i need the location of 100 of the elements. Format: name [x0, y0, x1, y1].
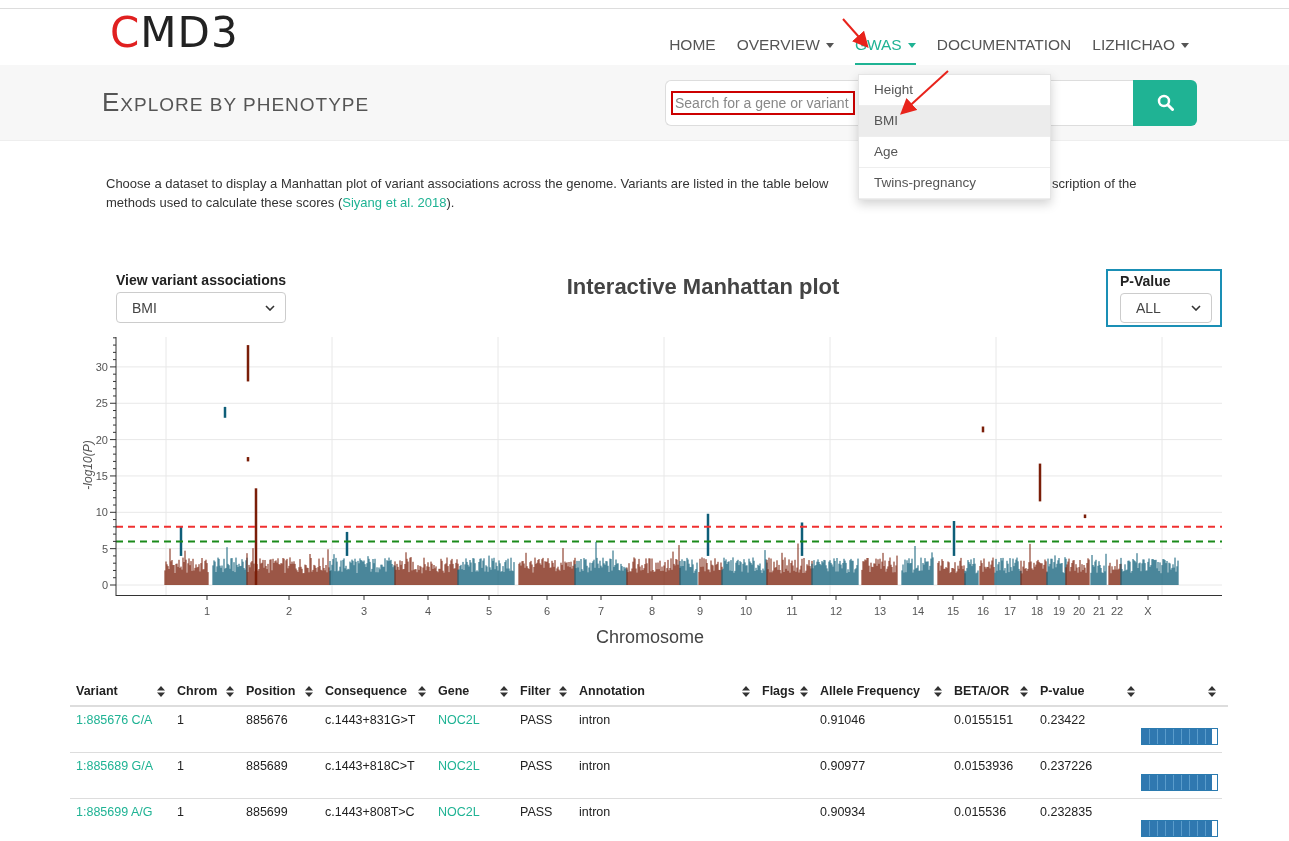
field-label: View variant associations [116, 272, 287, 288]
variant-points [1038, 463, 1042, 502]
axis-tick-label: 4 [424, 605, 432, 617]
sort-icon[interactable] [1020, 685, 1028, 697]
axis-tick-label: 17 [1003, 605, 1017, 617]
sort-icon[interactable] [500, 685, 508, 697]
axis-tick-label: 19 [1052, 605, 1066, 617]
axis-tick-label: 21 [1092, 605, 1106, 617]
table-cell: 1 [177, 805, 184, 819]
table-cell: 0.0153936 [954, 759, 1014, 773]
chevron-icon [1191, 305, 1201, 311]
table-cell: 1 [177, 713, 184, 727]
sort-icon[interactable] [305, 685, 313, 697]
variant-points [246, 457, 250, 462]
sort-icon[interactable] [559, 685, 567, 697]
table-cell: 1 [177, 759, 184, 773]
table-cell: PASS [520, 759, 553, 773]
axis-tick-label: 12 [829, 605, 843, 617]
axis-tick-label: 2 [285, 605, 293, 617]
variant-points [1046, 554, 1067, 586]
column-header[interactable]: Consequence [325, 684, 407, 698]
table-cell: 0.237226 [1040, 759, 1093, 773]
axis-tick-label: 15 [946, 605, 960, 617]
axis-title: Chromosome [596, 627, 704, 647]
axis-tick-label: 20 [95, 433, 108, 446]
chart-title: Interactive Manhattan plot [565, 274, 841, 300]
sort-icon[interactable] [742, 685, 750, 697]
sort-icon[interactable] [226, 685, 234, 697]
column-header[interactable]: Chrom [177, 684, 218, 698]
axis-tick-label: 6 [543, 605, 551, 617]
column-header[interactable]: Filter [520, 684, 551, 698]
field-label: P-Value [1120, 273, 1172, 289]
sort-icon[interactable] [418, 685, 426, 697]
axis-tick-label: 22 [1110, 605, 1124, 617]
axis-title: -log10(P) [81, 440, 95, 490]
variant-points [861, 552, 898, 586]
nav-link[interactable]: HOME [669, 27, 716, 65]
table-cell: intron [579, 713, 611, 727]
axis-tick-label: 18 [1030, 605, 1044, 617]
axis-tick-label: 10 [95, 506, 108, 519]
sort-icon[interactable] [800, 685, 808, 697]
table-cell: intron [579, 759, 611, 773]
pvalue-select[interactable]: ALL [1120, 293, 1212, 323]
search-button[interactable] [1133, 79, 1197, 126]
column-header[interactable]: Variant [76, 684, 118, 698]
axis-tick-label: 13 [873, 605, 887, 617]
axis-tick-label: 15 [95, 469, 108, 482]
intro-text: Choose a dataset to display a Manhattan plot of variant associations across the genome. Variants are listed in the table below [106, 176, 829, 191]
variant-points [394, 551, 459, 586]
axis-tick-label: 10 [739, 605, 753, 617]
table-cell: 0.91046 [820, 713, 866, 727]
sort-icon[interactable] [1127, 685, 1135, 697]
axis-tick-label: 25 [95, 397, 108, 410]
axis-tick-label: 0 [101, 579, 108, 591]
table-cell: 0.0155151 [954, 713, 1014, 727]
intro-text: methods used to calculate these scores (Siyang et al. 2018). [106, 194, 455, 212]
axis-tick-label: 30 [95, 360, 108, 373]
variant-points [1083, 514, 1087, 519]
table-cell: 0.90934 [820, 805, 866, 819]
axis-tick-label: 16 [976, 605, 990, 617]
column-header[interactable]: Annotation [579, 684, 645, 698]
table-cell: 0.015536 [954, 805, 1007, 819]
axis-tick-label: 1 [203, 605, 211, 617]
sort-icon[interactable] [934, 685, 942, 697]
column-header[interactable]: Flags [762, 684, 795, 698]
search-icon [1156, 94, 1174, 111]
column-header[interactable]: BETA/OR [954, 684, 1010, 698]
axis-tick-label: 5 [101, 542, 108, 555]
table-cell: c.1443+831G>T [325, 713, 416, 727]
chevron-icon [265, 304, 275, 311]
nav-link[interactable]: DOCUMENTATION [936, 27, 1072, 65]
table-cell: PASS [520, 713, 553, 727]
axis-tick-label: 20 [1072, 605, 1086, 617]
menu-item[interactable]: Twins-pregnancy [859, 168, 1050, 199]
intro-text: scription of the [1052, 175, 1137, 193]
axis-tick-label: 7 [597, 605, 605, 617]
column-header[interactable]: Position [246, 684, 296, 698]
table-cell: 885676 [246, 713, 288, 727]
axis-tick-label: 14 [911, 605, 925, 617]
axis-tick-label: 3 [360, 605, 368, 617]
nav-link[interactable]: OVERVIEW [736, 27, 834, 65]
table-cell: 885689 [246, 759, 288, 773]
table-cell: c.1443+818C>T [325, 759, 415, 773]
logo[interactable]: CMD3 [110, 12, 239, 54]
table-cell: 0.23422 [1040, 713, 1086, 727]
column-header[interactable]: Allele Frequency [820, 684, 921, 698]
variant-points [981, 426, 985, 433]
dataset-select[interactable]: BMI [116, 292, 286, 323]
menu-item[interactable]: Age [859, 137, 1050, 168]
sort-icon[interactable] [1208, 685, 1216, 697]
column-header[interactable]: P-value [1040, 684, 1085, 698]
sort-icon[interactable] [157, 685, 165, 697]
table-cell: 0.90977 [820, 759, 866, 773]
column-header[interactable]: Gene [438, 684, 470, 698]
axis-tick-label: 9 [696, 605, 704, 617]
search-field[interactable]: Search for a gene or variant [671, 90, 855, 115]
nav-link[interactable]: LIZHICHAO [1092, 27, 1189, 65]
axis-tick-label: 5 [485, 605, 493, 617]
table-cell: intron [579, 805, 611, 819]
menu-item[interactable]: BMI [859, 106, 1050, 137]
